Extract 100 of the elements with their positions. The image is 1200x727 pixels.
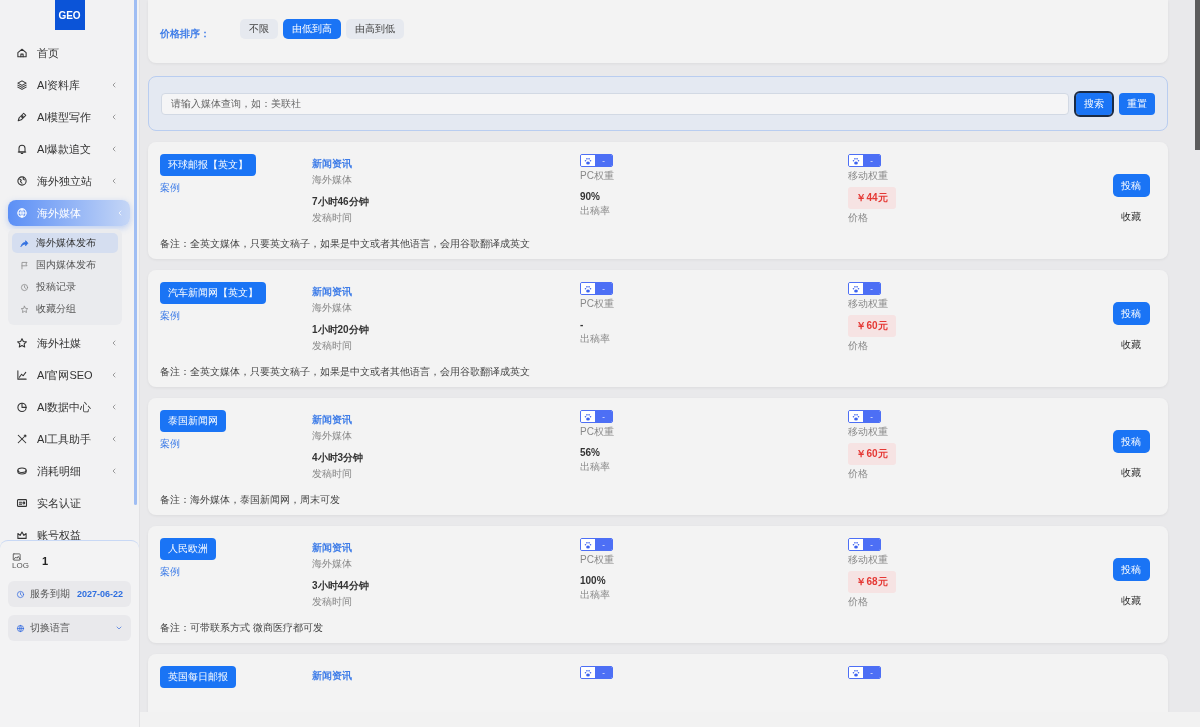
id-card-icon	[16, 497, 28, 509]
sort-option[interactable]: 由高到低	[346, 18, 404, 39]
field-label: 价格	[848, 595, 868, 609]
price-tag: ￥68元	[848, 571, 896, 593]
case-link[interactable]: 案例	[160, 309, 180, 323]
paw-icon	[851, 539, 861, 550]
language-label: 切换语言	[30, 621, 70, 635]
submit-button[interactable]: 投稿	[1112, 430, 1150, 453]
nav-item[interactable]: AI资料库	[0, 69, 132, 101]
paw-icon	[851, 411, 861, 422]
field-label: 发稿时间	[312, 211, 352, 225]
username: 1	[42, 555, 49, 567]
nav-item[interactable]: 海外独立站	[0, 165, 132, 197]
field-label: PC权重	[580, 553, 614, 567]
field-label: 发稿时间	[312, 467, 352, 481]
search-field[interactable]: 请输入媒体查询，如：美联社	[161, 92, 1069, 115]
clock-icon	[16, 589, 25, 599]
star-icon	[16, 337, 28, 349]
language-switch[interactable]: 切换语言	[8, 615, 131, 641]
media-type: 海外媒体	[312, 173, 352, 187]
field-label: 价格	[848, 467, 868, 481]
weight-badge: -	[848, 154, 881, 167]
nav-item[interactable]: AI模型写作	[0, 101, 132, 133]
media-name-button[interactable]: 汽车新闻网【英文】	[160, 282, 266, 304]
nav-item[interactable]: 首页	[0, 37, 132, 69]
media-name-button[interactable]: 泰国新闻网	[160, 410, 226, 432]
expiry-date: 2027-06-22	[76, 589, 123, 599]
submit-button[interactable]: 投稿	[1112, 302, 1150, 325]
star-icon	[20, 304, 29, 314]
nav-item[interactable]: 消耗明细	[0, 455, 132, 487]
publish-time: 1小时20分钟	[312, 323, 369, 337]
paw-icon	[851, 283, 861, 294]
media-note: 备注：可带联系方式 微商医疗都可发	[160, 621, 324, 635]
media-name-button[interactable]: 人民欧洲	[160, 538, 216, 560]
nav-item[interactable]: 账号权益	[0, 519, 132, 540]
category: 新闻资讯	[312, 413, 352, 427]
publish-rate: 90%	[580, 191, 600, 202]
submit-button[interactable]: 投稿	[1112, 558, 1150, 581]
field-label: 出稿率	[580, 332, 610, 346]
tools-icon	[16, 433, 28, 445]
send-icon	[20, 238, 29, 248]
field-label: PC权重	[580, 425, 614, 439]
media-note: 备注：全英文媒体，只要英文稿子，如果是中文或者其他语言，会用谷歌翻译成英文	[160, 365, 531, 379]
media-type: 海外媒体	[312, 301, 352, 315]
bell-icon	[16, 143, 28, 155]
sort-option[interactable]: 不限	[240, 18, 278, 39]
case-link[interactable]: 案例	[160, 437, 180, 451]
history-icon	[20, 282, 29, 292]
favorite-button[interactable]: 收藏	[1121, 210, 1141, 224]
favorite-button[interactable]: 收藏	[1121, 594, 1141, 608]
image-alt-text: LOG	[12, 562, 30, 570]
favorite-button[interactable]: 收藏	[1121, 466, 1141, 480]
nav-item[interactable]: 海外社媒	[0, 327, 132, 359]
field-label: 出稿率	[580, 588, 610, 602]
publish-time: 4小时3分钟	[312, 451, 364, 465]
nav-item[interactable]: AI爆款追文	[0, 133, 132, 165]
field-label: 移动权重	[848, 425, 888, 439]
scrollbar[interactable]	[134, 0, 137, 505]
paw-icon	[583, 539, 593, 550]
category: 新闻资讯	[312, 285, 352, 299]
paw-icon	[851, 155, 861, 166]
paw-icon	[583, 283, 593, 294]
media-name-button[interactable]: 环球邮报【英文】	[160, 154, 256, 176]
nav-item[interactable]: AI工具助手	[0, 423, 132, 455]
weight-badge: -	[580, 538, 613, 551]
weight-badge: -	[580, 666, 613, 679]
submenu-item[interactable]: 海外媒体发布	[12, 233, 118, 253]
publish-rate: 100%	[580, 575, 606, 586]
paw-icon	[583, 667, 593, 678]
field-label: PC权重	[580, 169, 614, 183]
field-label: 移动权重	[848, 169, 888, 183]
media-name-button[interactable]: 英国每日邮报	[160, 666, 236, 688]
sort-option[interactable]: 由低到高	[283, 18, 341, 39]
submenu-item[interactable]: 投稿记录	[12, 277, 118, 297]
submenu-item[interactable]: 国内媒体发布	[12, 255, 118, 275]
case-link[interactable]: 案例	[160, 565, 180, 579]
favorite-button[interactable]: 收藏	[1121, 338, 1141, 352]
submit-button[interactable]: 投稿	[1112, 174, 1150, 197]
paw-icon	[583, 155, 593, 166]
paw-icon	[583, 411, 593, 422]
nav-item[interactable]: 实名认证	[0, 487, 132, 519]
submenu-item[interactable]: 收藏分组	[12, 299, 118, 319]
flag-icon	[20, 260, 29, 270]
field-label: 发稿时间	[312, 339, 352, 353]
field-label: PC权重	[580, 297, 614, 311]
weight-badge: -	[848, 666, 881, 679]
reset-button[interactable]: 重置	[1119, 92, 1155, 115]
nav-item[interactable]: AI官网SEO	[0, 359, 132, 391]
nav-item[interactable]: AI数据中心	[0, 391, 132, 423]
publish-rate: 56%	[580, 447, 600, 458]
search-button[interactable]: 搜索	[1076, 92, 1112, 115]
media-type: 海外媒体	[312, 429, 352, 443]
field-label: 出稿率	[580, 460, 610, 474]
case-link[interactable]: 案例	[160, 181, 180, 195]
paw-icon	[851, 667, 861, 678]
media-type: 海外媒体	[312, 557, 352, 571]
logo: GEO	[54, 0, 85, 30]
pie-chart-icon	[16, 401, 28, 413]
filter-label: 价格排序：	[160, 26, 210, 41]
scrollbar[interactable]	[1195, 0, 1200, 150]
